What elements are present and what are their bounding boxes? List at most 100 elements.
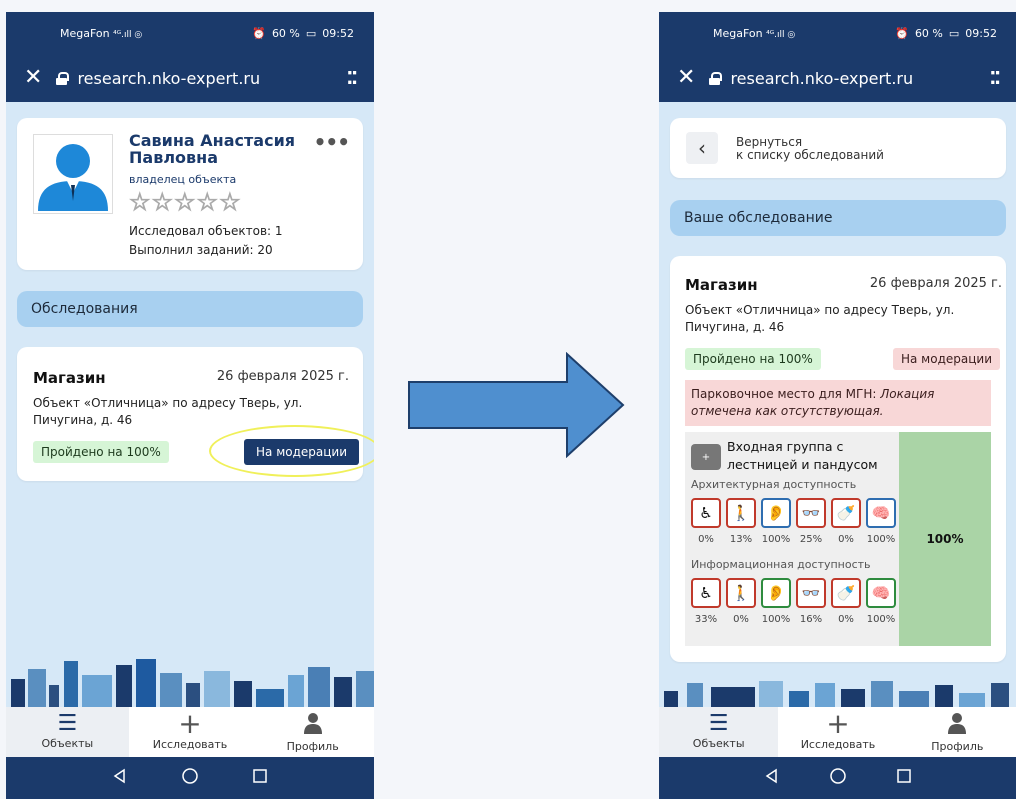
chevron-left-icon[interactable]: ‹ xyxy=(686,132,718,164)
person-icon xyxy=(947,712,967,737)
survey-date: 26 февраля 2025 г. xyxy=(216,369,349,384)
phone-screen-survey-detail: MegaFon ⁴ᴳ.ıll ◎ ⏰ 60 % ▭ 09:52 ✕ resear… xyxy=(659,12,1016,799)
system-home-icon[interactable] xyxy=(829,767,847,789)
list-icon: ☰ xyxy=(708,711,729,736)
system-nav-bar xyxy=(6,757,374,799)
lock-icon xyxy=(56,71,70,85)
city-skyline xyxy=(6,659,374,707)
close-icon[interactable]: ✕ xyxy=(677,67,695,89)
city-skyline xyxy=(659,677,1016,707)
info-percentages: 33% 0% 100% 16% 0% 100% xyxy=(694,614,896,625)
alarm-icon: ⏰ xyxy=(895,26,909,40)
carrier-label: MegaFon ⁴ᴳ.ıll ◎ xyxy=(713,26,796,40)
stroller-icon: 🍼 xyxy=(831,578,861,608)
rating-stars[interactable]: ☆☆☆☆☆ xyxy=(129,188,242,217)
profile-card: Савина Анастасия Павловна владелец объек… xyxy=(17,118,363,270)
parking-alert: Парковочное место для МГН: Локация отмеч… xyxy=(685,380,991,426)
browser-url-bar: ✕ research.nko-expert.ru ⁚⁚ xyxy=(659,54,1016,102)
entrance-group[interactable]: + Входная группа с лестницей и пандусом … xyxy=(685,432,991,646)
group-title: Входная группа с лестницей и пандусом xyxy=(727,439,878,472)
status-bar: MegaFon ⁴ᴳ.ıll ◎ ⏰ 60 % ▭ 09:52 xyxy=(659,12,1016,54)
profile-role: владелец объекта xyxy=(129,173,237,186)
nav-research-label: Исследовать xyxy=(152,738,228,751)
wheelchair-icon: ♿ xyxy=(691,498,721,528)
nav-research[interactable]: + Исследовать xyxy=(129,707,252,757)
plus-icon: + xyxy=(178,707,202,740)
person-icon xyxy=(303,712,323,737)
time-label: 09:52 xyxy=(965,26,997,40)
nav-objects-label: Объекты xyxy=(41,737,94,750)
transition-arrow xyxy=(408,352,625,458)
section-your-survey: Ваше обследование xyxy=(670,200,1006,236)
nav-research-label: Исследовать xyxy=(800,738,876,751)
page-content: ‹ Вернуться к списку обследований Ваше о… xyxy=(659,102,1016,709)
more-options-icon[interactable]: ••• xyxy=(314,130,350,154)
plus-icon: + xyxy=(826,707,850,740)
avatar xyxy=(33,134,113,214)
hearing-icon: 👂 xyxy=(761,498,791,528)
status-right: ⏰ 60 % ▭ 09:52 xyxy=(252,27,354,40)
battery-label: 60 % xyxy=(914,26,943,40)
close-icon[interactable]: ✕ xyxy=(24,67,42,89)
vision-icon: 👓 xyxy=(796,498,826,528)
menu-icon[interactable]: ⁚⁚ xyxy=(346,68,358,89)
survey-address: Объект «Отличница» по адресу Тверь, ул. … xyxy=(685,303,955,334)
nav-objects[interactable]: ☰ Объекты xyxy=(659,707,779,757)
carrier-label: MegaFon ⁴ᴳ.ıll ◎ xyxy=(60,26,143,40)
survey-detail-card: Магазин 26 февраля 2025 г. Объект «Отлич… xyxy=(670,256,1006,662)
nav-objects[interactable]: ☰ Объекты xyxy=(6,707,129,757)
nav-profile[interactable]: Профиль xyxy=(898,707,1016,757)
arch-access-label: Архитектурная доступность xyxy=(691,478,857,491)
system-home-icon[interactable] xyxy=(181,767,199,789)
cognitive-icon: 🧠 xyxy=(866,578,896,608)
battery-icon: ▭ xyxy=(305,26,317,40)
url-display[interactable]: research.nko-expert.ru xyxy=(709,69,975,88)
battery-label: 60 % xyxy=(271,26,300,40)
nav-profile-label: Профиль xyxy=(931,739,984,753)
system-nav-bar xyxy=(659,757,1016,799)
section-surveys: Обследования xyxy=(17,291,363,327)
bottom-nav: ☰ Объекты + Исследовать Профиль xyxy=(6,707,374,757)
info-icons: ♿ 🚶 👂 👓 🍼 🧠 xyxy=(691,578,896,608)
system-recents-icon[interactable] xyxy=(252,768,268,788)
phone-screen-profile: MegaFon ⁴ᴳ.ıll ◎ ⏰ 60 % ▭ 09:52 ✕ resear… xyxy=(6,12,374,799)
survey-card[interactable]: Магазин 26 февраля 2025 г. Объект «Отлич… xyxy=(17,347,374,481)
survey-address: Объект «Отличница» по адресу Тверь, ул. … xyxy=(33,396,303,427)
status-badge-passed: Пройдено на 100% xyxy=(685,348,821,370)
explored-count: Исследовал объектов: 1 xyxy=(129,224,283,238)
nav-research[interactable]: + Исследовать xyxy=(778,707,897,757)
lock-icon xyxy=(709,71,723,85)
status-badge-passed: Пройдено на 100% xyxy=(33,441,169,463)
status-right: ⏰ 60 % ▭ 09:52 xyxy=(895,27,997,40)
wheelchair-icon: ♿ xyxy=(691,578,721,608)
time-label: 09:52 xyxy=(322,26,354,40)
nav-objects-label: Объекты xyxy=(692,737,745,750)
bottom-nav: ☰ Объекты + Исследовать Профиль xyxy=(659,707,1016,757)
expand-button[interactable]: + xyxy=(691,444,721,470)
nav-profile[interactable]: Профиль xyxy=(251,707,374,757)
url-display[interactable]: research.nko-expert.ru xyxy=(56,69,332,88)
arch-icons: ♿ 🚶 👂 👓 🍼 🧠 xyxy=(691,498,896,528)
cane-walker-icon: 🚶 xyxy=(726,498,756,528)
cognitive-icon: 🧠 xyxy=(866,498,896,528)
back-card[interactable]: ‹ Вернуться к списку обследований xyxy=(670,118,1006,178)
survey-title: Магазин xyxy=(33,369,106,387)
cane-walker-icon: 🚶 xyxy=(726,578,756,608)
system-back-icon[interactable] xyxy=(112,768,128,788)
back-label[interactable]: Вернуться к списку обследований xyxy=(736,136,884,162)
survey-date: 26 февраля 2025 г. xyxy=(869,276,1002,291)
highlight-circle xyxy=(209,425,374,477)
status-bar: MegaFon ⁴ᴳ.ıll ◎ ⏰ 60 % ▭ 09:52 xyxy=(6,12,374,54)
system-back-icon[interactable] xyxy=(764,768,780,788)
nav-profile-label: Профиль xyxy=(286,739,339,753)
hearing-icon: 👂 xyxy=(761,578,791,608)
list-icon: ☰ xyxy=(57,711,78,736)
alarm-icon: ⏰ xyxy=(252,26,266,40)
info-access-label: Информационная доступность xyxy=(691,558,871,571)
battery-icon: ▭ xyxy=(948,26,960,40)
page-content: Савина Анастасия Павловна владелец объек… xyxy=(6,102,374,709)
stroller-icon: 🍼 xyxy=(831,498,861,528)
arch-percentages: 0% 13% 100% 25% 0% 100% xyxy=(698,534,896,545)
menu-icon[interactable]: ⁚⁚ xyxy=(989,68,1001,89)
system-recents-icon[interactable] xyxy=(896,768,912,788)
